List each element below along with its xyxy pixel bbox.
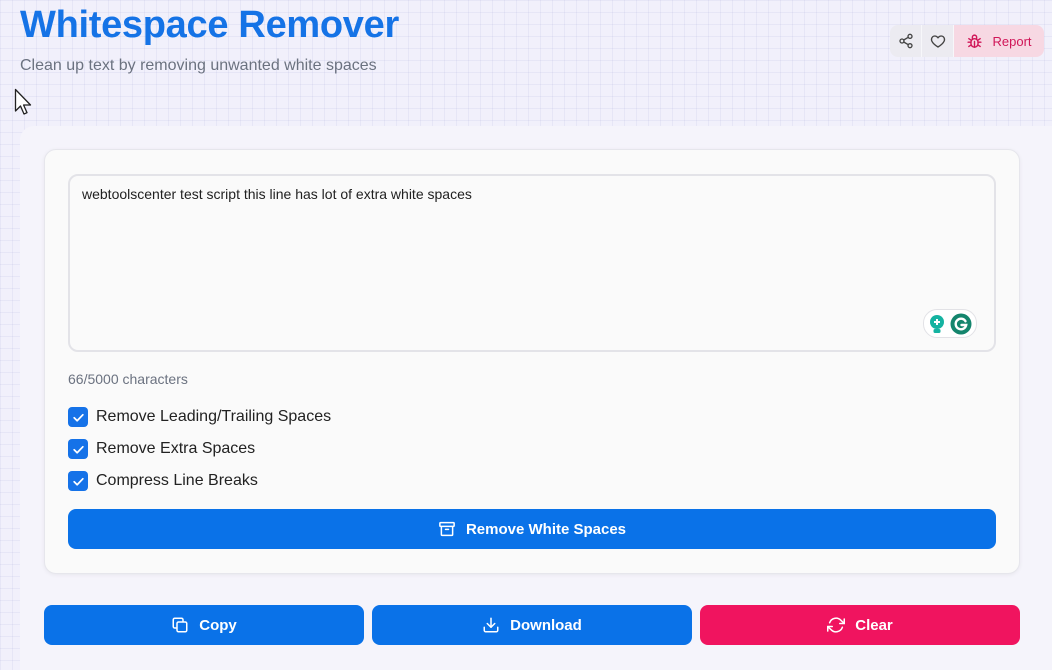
copy-button[interactable]: Copy (44, 605, 364, 645)
clear-button[interactable]: Clear (700, 605, 1020, 645)
favorite-button[interactable] (922, 25, 954, 57)
mouse-cursor-icon (14, 88, 32, 115)
checkmark-icon (72, 477, 84, 486)
copy-icon (172, 617, 188, 633)
share-button[interactable] (890, 25, 922, 57)
checkmark-icon (72, 445, 84, 454)
option-label: Remove Extra Spaces (96, 440, 256, 457)
report-button[interactable]: Report (954, 25, 1044, 57)
option-compress-line-breaks[interactable]: Compress Line Breaks (68, 471, 258, 491)
button-label: Copy (199, 616, 237, 634)
remove-white-spaces-button[interactable]: Remove White Spaces (68, 509, 996, 549)
download-button[interactable]: Download (372, 605, 692, 645)
archive-icon (439, 521, 455, 537)
lightbulb-icon (930, 314, 944, 333)
grammarly-icon (950, 313, 972, 334)
button-label: Clear (855, 616, 893, 634)
option-label: Remove Leading/Trailing Spaces (96, 408, 332, 425)
text-input[interactable]: webtoolscenter test script this line has… (68, 174, 996, 352)
grammarly-widget[interactable] (923, 309, 977, 338)
checkbox-checked[interactable] (68, 471, 88, 491)
button-label: Download (510, 616, 582, 634)
heart-icon (930, 35, 945, 48)
header-actions: Report (890, 25, 1044, 57)
option-trim-spaces[interactable]: Remove Leading/Trailing Spaces (68, 407, 331, 427)
option-label: Compress Line Breaks (96, 472, 258, 489)
page-subtitle: Clean up text by removing unwanted white… (20, 57, 377, 74)
refresh-icon (827, 617, 846, 633)
checkbox-checked[interactable] (68, 439, 88, 459)
character-count: 66/5000 characters (68, 371, 188, 387)
option-extra-spaces[interactable]: Remove Extra Spaces (68, 439, 255, 459)
download-icon (483, 617, 499, 633)
bug-icon (967, 33, 983, 48)
page-title: Whitespace Remover (20, 4, 399, 46)
button-label: Remove White Spaces (465, 520, 627, 538)
checkbox-checked[interactable] (68, 407, 88, 427)
share-icon (898, 33, 913, 49)
report-label: Report (992, 33, 1032, 49)
checkmark-icon (72, 413, 84, 422)
